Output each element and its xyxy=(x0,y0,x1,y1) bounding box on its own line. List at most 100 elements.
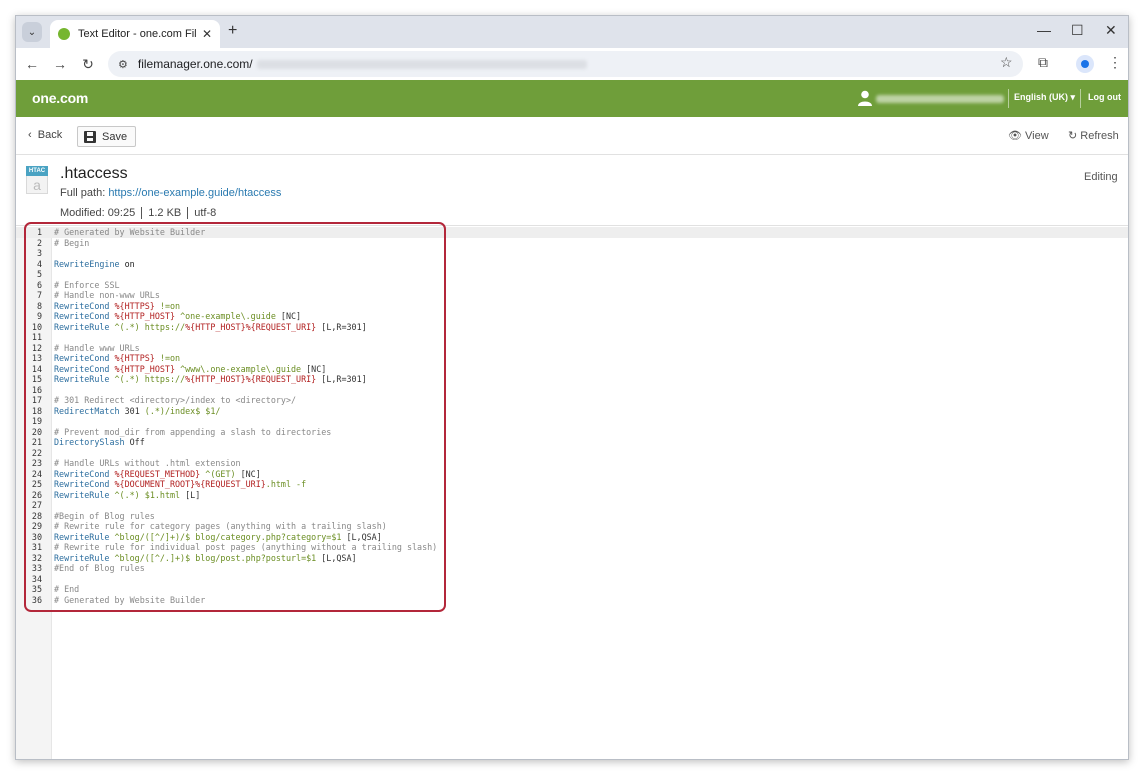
code-line[interactable]: 31 # Rewrite rule for individual post pag… xyxy=(16,542,1128,553)
line-text: RewriteCond %{HTTPS} !=on xyxy=(54,301,180,312)
new-tab-button[interactable]: + xyxy=(228,22,237,40)
user-icon xyxy=(858,90,872,106)
profile-avatar[interactable] xyxy=(1076,55,1094,73)
code-token: # Generated by Website Builder xyxy=(54,227,206,237)
code-line[interactable]: 15 RewriteRule ^(.*) https://%{HTTP_HOST}… xyxy=(16,374,1128,385)
code-line[interactable]: 33 #End of Blog rules xyxy=(16,563,1128,574)
code-line[interactable]: 10 RewriteRule ^(.*) https://%{HTTP_HOST}… xyxy=(16,322,1128,333)
code-line[interactable]: 17 # 301 Redirect <directory>/index to <d… xyxy=(16,395,1128,406)
code-token: [L,R=301] xyxy=(316,374,367,384)
back-button[interactable]: ‹ Back xyxy=(28,129,62,141)
view-button[interactable]: 👁 View xyxy=(1008,129,1049,142)
code-token: RewriteRule xyxy=(54,552,110,563)
code-line[interactable]: 2 # Begin xyxy=(16,238,1128,249)
save-button[interactable]: Save xyxy=(77,126,137,147)
close-window-button[interactable]: ✕ xyxy=(1105,22,1117,39)
line-text: # 301 Redirect <directory>/index to <dir… xyxy=(54,395,296,406)
extensions-icon[interactable]: ⧉ xyxy=(1038,54,1048,71)
line-number: 22 xyxy=(31,447,42,458)
code-token: on xyxy=(119,258,135,269)
language-selector[interactable]: English (UK) ▾ xyxy=(1014,92,1075,103)
browser-tab[interactable]: Text Editor - one.com File Mana ✕ xyxy=(50,20,220,48)
code-line[interactable]: 26 RewriteRule ^(.*) $1.html [L] xyxy=(16,490,1128,501)
line-text: #Begin of Blog rules xyxy=(54,511,155,522)
save-label: Save xyxy=(102,130,128,143)
code-line[interactable]: 25 RewriteCond %{DOCUMENT_ROOT}%{REQUEST_… xyxy=(16,479,1128,490)
code-content[interactable]: 1 # Generated by Website Builder 2 # Begin 3… xyxy=(16,227,1128,605)
tab-search-button[interactable]: ⌄ xyxy=(22,22,42,42)
code-line[interactable]: 13 RewriteCond %{HTTPS} !=on xyxy=(16,353,1128,364)
browser-toolbar: ← → ↻ ⚙ filemanager.one.com/ ☆ ⧉ ⋮ xyxy=(16,48,1128,80)
close-tab-icon[interactable]: ✕ xyxy=(202,27,212,41)
code-line[interactable]: 8 RewriteCond %{HTTPS} !=on xyxy=(16,301,1128,312)
code-line[interactable]: 28 #Begin of Blog rules xyxy=(16,511,1128,522)
file-type-tag: HTAC xyxy=(26,166,48,176)
browser-menu-icon[interactable]: ⋮ xyxy=(1108,54,1122,71)
code-line[interactable]: 5 xyxy=(16,269,1128,280)
code-token: https:// xyxy=(139,321,186,332)
code-line[interactable]: 22 xyxy=(16,448,1128,459)
code-line[interactable]: 18 RedirectMatch 301 (.*)/index$ $1/ xyxy=(16,406,1128,417)
code-line[interactable]: 29 # Rewrite rule for category pages (any… xyxy=(16,521,1128,532)
code-line[interactable]: 35 # End xyxy=(16,584,1128,595)
code-token: %{HTTPS} xyxy=(109,300,155,311)
full-path-label: Full path: xyxy=(60,187,106,199)
code-editor[interactable]: 1 # Generated by Website Builder 2 # Begin 3… xyxy=(16,222,1128,759)
line-number: 1 xyxy=(36,227,42,237)
code-line[interactable]: 20 # Prevent mod_dir from appending a sla… xyxy=(16,427,1128,438)
back-arrow-icon[interactable]: ← xyxy=(18,56,46,72)
reload-icon[interactable]: ↻ xyxy=(74,56,102,73)
code-token: # 301 Redirect <directory>/index to <dir… xyxy=(54,395,297,405)
code-line[interactable]: 4 RewriteEngine on xyxy=(16,259,1128,270)
forward-arrow-icon[interactable]: → xyxy=(46,56,74,72)
code-line[interactable]: 36 # Generated by Website Builder xyxy=(16,595,1128,606)
minimize-button[interactable]: — xyxy=(1037,22,1051,38)
site-info-icon[interactable]: ⚙ xyxy=(118,58,128,71)
code-line[interactable]: 23 # Handle URLs without .html extension xyxy=(16,458,1128,469)
code-token: # Handle URLs without .html extension xyxy=(54,458,241,468)
code-line[interactable]: 7 # Handle non-www URLs xyxy=(16,290,1128,301)
line-text: DirectorySlash Off xyxy=(54,437,145,448)
browser-window: ⌄ Text Editor - one.com File Mana ✕ + — … xyxy=(15,15,1129,760)
code-line[interactable]: 27 xyxy=(16,500,1128,511)
code-token: [L,QSA] xyxy=(316,552,357,563)
code-line[interactable]: 34 xyxy=(16,574,1128,585)
code-line[interactable]: 30 RewriteRule ^blog/([^/]+)/$ blog/categ… xyxy=(16,532,1128,543)
line-text: # Handle www URLs xyxy=(54,343,140,354)
code-line[interactable]: 14 RewriteCond %{HTTP_HOST} ^www\.one-exa… xyxy=(16,364,1128,375)
code-token: #End of Blog rules xyxy=(54,563,145,573)
line-number: 34 xyxy=(31,573,42,584)
code-line[interactable]: 6 # Enforce SSL xyxy=(16,280,1128,291)
code-line[interactable]: 9 RewriteCond %{HTTP_HOST} ^one-example\.… xyxy=(16,311,1128,322)
bookmark-star-icon[interactable]: ☆ xyxy=(1000,54,1013,71)
code-line[interactable]: 24 RewriteCond %{REQUEST_METHOD} ^(GET) [… xyxy=(16,469,1128,480)
line-number: 19 xyxy=(31,416,42,426)
line-number: 27 xyxy=(31,500,42,510)
code-line[interactable]: 16 xyxy=(16,385,1128,396)
address-bar[interactable]: ⚙ filemanager.one.com/ xyxy=(108,51,1023,77)
code-token: #Begin of Blog rules xyxy=(54,510,155,521)
code-token: RewriteRule xyxy=(54,374,110,384)
code-line[interactable]: 21 DirectorySlash Off xyxy=(16,437,1128,448)
refresh-button[interactable]: ↻ Refresh xyxy=(1068,129,1119,142)
maximize-button[interactable]: ☐ xyxy=(1071,22,1084,39)
code-line[interactable]: 3 xyxy=(16,248,1128,259)
code-token: ^(.*) xyxy=(109,321,140,332)
code-token: # Begin xyxy=(54,237,90,248)
logout-link[interactable]: Log out xyxy=(1088,92,1121,102)
code-line[interactable]: 12 # Handle www URLs xyxy=(16,343,1128,354)
line-number: 24 xyxy=(31,468,42,479)
line-text: RewriteRule ^(.*) https://%{HTTP_HOST}%{… xyxy=(54,374,367,385)
code-line[interactable]: 19 xyxy=(16,416,1128,427)
code-token: RewriteEngine xyxy=(54,258,120,269)
line-number: 29 xyxy=(31,521,42,531)
code-token: RewriteCond xyxy=(54,363,110,374)
line-text: # Rewrite rule for category pages (anyth… xyxy=(54,521,387,532)
code-token: 301 xyxy=(119,405,140,416)
full-path-link[interactable]: https://one-example.guide/htaccess xyxy=(108,187,281,199)
code-line[interactable]: 32 RewriteRule ^blog/([^/.]+)$ blog/post.… xyxy=(16,553,1128,564)
code-token: RewriteRule xyxy=(54,531,110,542)
one-com-logo[interactable]: one.com xyxy=(32,90,88,106)
code-line[interactable]: 11 xyxy=(16,332,1128,343)
code-line[interactable]: 1 # Generated by Website Builder xyxy=(16,227,1128,238)
